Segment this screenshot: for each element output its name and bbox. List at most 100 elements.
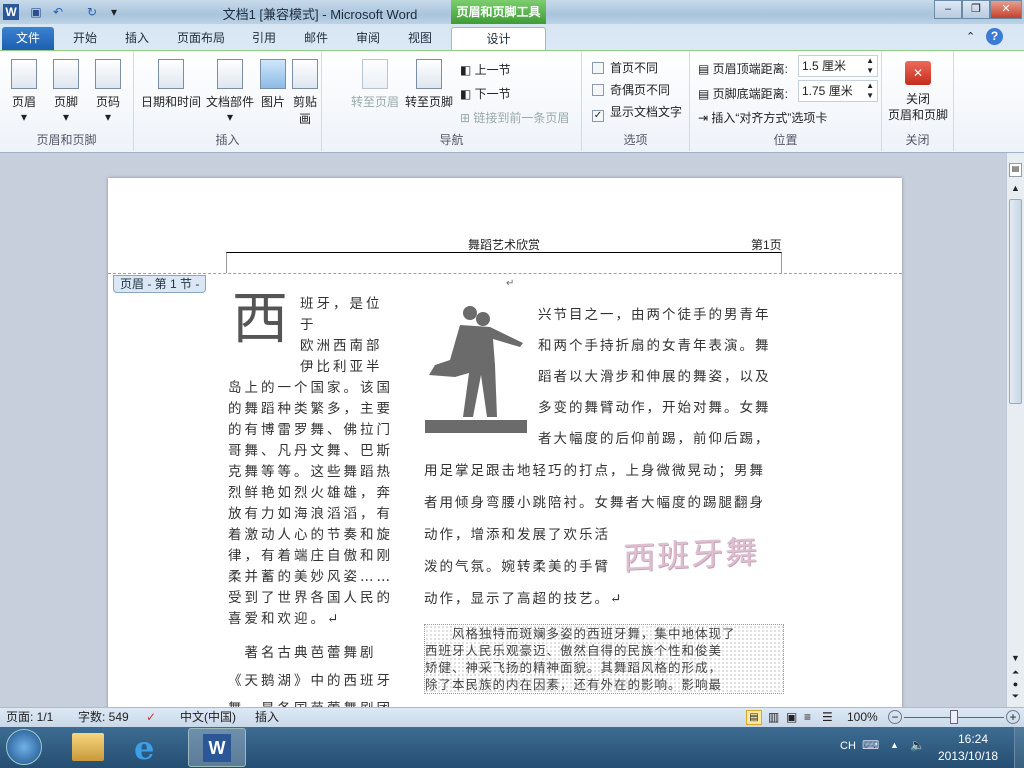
- paragraph-mark: ↵: [506, 278, 515, 289]
- quick-parts-button[interactable]: 文档部件 ▾: [204, 59, 256, 124]
- show-desktop-button[interactable]: [1014, 727, 1024, 768]
- tab-references[interactable]: 引用: [244, 27, 284, 50]
- file-explorer-icon[interactable]: [72, 733, 104, 761]
- vertical-scrollbar[interactable]: ▤ ▲ ▼ ⏶ ● ⏷: [1006, 153, 1024, 707]
- document-area[interactable]: 舞蹈艺术欣赏 第1页 页眉 - 第 1 节 - ↵ 西 班牙，是位于 欧洲西南部…: [0, 153, 1006, 707]
- previous-page-icon[interactable]: ⏶: [1007, 667, 1024, 678]
- header-top-distance-input[interactable]: 1.5 厘米 ▲ ▼: [798, 55, 878, 77]
- word-taskbar-button[interactable]: W: [188, 728, 246, 767]
- calendar-clock-icon: [158, 59, 184, 89]
- show-document-text-checkbox[interactable]: ✓ 显示文档文字: [592, 103, 682, 122]
- footer-button[interactable]: 页脚 ▾: [50, 59, 82, 124]
- tab-mailings[interactable]: 邮件: [296, 27, 336, 50]
- zoom-slider-thumb[interactable]: [950, 710, 958, 724]
- text-line: 的舞蹈种类繁多，主要: [228, 401, 393, 417]
- input-language[interactable]: CH: [840, 740, 856, 752]
- next-section-button[interactable]: ◧ 下一节: [460, 85, 511, 102]
- left-column[interactable]: 班牙，是位于 欧洲西南部 伊比利亚半 岛上的一个国家。该国 的舞蹈种类繁多，主要…: [228, 294, 398, 707]
- previous-section-button[interactable]: ◧ 上一节: [460, 61, 511, 78]
- text-line: 柔并蓄的美妙风姿……: [228, 569, 393, 585]
- header-top-value: 1.5 厘米: [802, 59, 847, 73]
- tab-review[interactable]: 审阅: [348, 27, 388, 50]
- scroll-up-arrow-icon[interactable]: ▲: [1007, 183, 1024, 199]
- goto-header-button[interactable]: 转至页眉: [350, 59, 400, 110]
- picture-button[interactable]: 图片: [258, 59, 288, 110]
- header-section-tag: 页眉 - 第 1 节 -: [113, 275, 207, 293]
- right-column-wrapped[interactable]: 兴节目之一，由两个徒手的男青年 和两个手持折扇的女青年表演。舞 蹈者以大滑步和伸…: [538, 300, 788, 455]
- zoom-out-button[interactable]: −: [888, 710, 902, 724]
- outline-view-icon[interactable]: ≡: [804, 708, 811, 727]
- goto-footer-button[interactable]: 转至页脚: [402, 59, 456, 110]
- group-label: 关闭: [905, 133, 930, 147]
- web-layout-view-icon[interactable]: ▣: [786, 708, 797, 727]
- picture-icon: [260, 59, 286, 89]
- page-count[interactable]: 页面: 1/1: [6, 708, 53, 727]
- insert-alignment-tab-button[interactable]: ⇥ 插入“对齐方式”选项卡: [698, 109, 827, 126]
- group-header-footer: 页眉 ▾ 页脚 ▾ 页码 ▾ 页眉和页脚: [0, 51, 134, 151]
- start-button[interactable]: [6, 729, 42, 765]
- spinner-arrows-icon[interactable]: ▲ ▼: [866, 56, 874, 76]
- tab-home[interactable]: 开始: [62, 27, 108, 50]
- full-screen-view-icon[interactable]: ▥: [768, 708, 779, 727]
- language[interactable]: 中文(中国): [180, 708, 236, 727]
- restore-button[interactable]: ❐: [962, 0, 990, 19]
- word-count[interactable]: 字数: 549: [78, 708, 129, 727]
- text-line: 喜爱和欢迎。↵: [228, 611, 342, 627]
- group-options: 首页不同 奇偶页不同 ✓ 显示文档文字 选项: [582, 51, 690, 151]
- tab-insert[interactable]: 插入: [114, 27, 160, 50]
- header-button[interactable]: 页眉 ▾: [8, 59, 40, 124]
- page-number-icon: [95, 59, 121, 89]
- insert-mode[interactable]: 插入: [255, 708, 279, 727]
- header-title[interactable]: 舞蹈艺术欣赏: [468, 236, 540, 253]
- header-top-distance-label: ▤ 页眉顶端距离:: [698, 60, 788, 77]
- tab-file[interactable]: 文件: [2, 27, 54, 50]
- tab-page-layout[interactable]: 页面布局: [166, 27, 236, 50]
- ruler-toggle-icon[interactable]: ▤: [1009, 163, 1022, 177]
- text-line: 蹈者以大滑步和伸展的舞姿，以及: [538, 369, 771, 385]
- text-line: 动作，显示了高超的技艺。↵: [424, 591, 624, 607]
- page-number-button[interactable]: 页码 ▾: [92, 59, 124, 124]
- dancer-head: [476, 312, 490, 326]
- tab-design[interactable]: 设计: [451, 27, 546, 50]
- insert-alignment-tab-label: 插入“对齐方式”选项卡: [711, 111, 828, 125]
- minimize-ribbon-icon[interactable]: ⌃: [966, 30, 975, 43]
- page[interactable]: 舞蹈艺术欣赏 第1页 页眉 - 第 1 节 - ↵ 西 班牙，是位于 欧洲西南部…: [108, 178, 902, 707]
- proofing-icon[interactable]: ✓: [146, 708, 156, 727]
- show-hidden-icons-icon[interactable]: ▲: [890, 740, 899, 750]
- shaded-paragraph[interactable]: 风格独特而斑斓多姿的西班牙舞，集中地体现了 西班牙人民乐观豪迈、傲然自得的民族个…: [424, 624, 784, 694]
- date-time-button[interactable]: 日期和时间: [140, 59, 202, 110]
- zoom-level[interactable]: 100%: [847, 708, 878, 727]
- browse-object-icon[interactable]: ●: [1007, 679, 1024, 689]
- clock-time[interactable]: 16:24: [958, 732, 988, 746]
- close-header-footer-label: 关闭 页眉和页脚: [887, 92, 948, 122]
- dancers-silhouette-image[interactable]: [425, 305, 527, 433]
- different-odd-even-checkbox[interactable]: 奇偶页不同: [592, 81, 670, 98]
- print-layout-view-icon[interactable]: ▤: [746, 710, 762, 725]
- next-page-icon[interactable]: ⏷: [1007, 691, 1024, 702]
- header-separator: [108, 273, 902, 274]
- zoom-in-button[interactable]: +: [1006, 710, 1020, 724]
- link-to-previous-button[interactable]: ⊞ 链接到前一条页眉: [460, 109, 569, 126]
- text-line: 和两个手持折扇的女青年表演。舞: [538, 338, 771, 354]
- volume-icon[interactable]: 🔈: [910, 738, 925, 752]
- close-x-icon: ✕: [905, 61, 931, 85]
- footer-bottom-distance-input[interactable]: 1.75 厘米 ▲ ▼: [798, 80, 878, 102]
- clock-date[interactable]: 2013/10/18: [938, 749, 998, 763]
- close-button[interactable]: ✕: [990, 0, 1022, 19]
- text-line: 岛上的一个国家。该国: [228, 380, 393, 396]
- spinner-arrows-icon[interactable]: ▲ ▼: [866, 81, 874, 101]
- wordart-title[interactable]: 西班牙舞: [623, 526, 759, 579]
- keyboard-icon[interactable]: ⌨: [862, 738, 879, 752]
- minimize-button[interactable]: –: [934, 0, 962, 19]
- tab-view[interactable]: 视图: [400, 27, 440, 50]
- clip-art-button[interactable]: 剪贴画: [288, 59, 322, 127]
- footer-position-icon: ▤: [698, 87, 713, 101]
- help-icon[interactable]: ?: [986, 28, 1003, 45]
- close-header-footer-button[interactable]: ✕ 关闭 页眉和页脚: [884, 61, 952, 123]
- scroll-down-arrow-icon[interactable]: ▼: [1007, 653, 1024, 663]
- draft-view-icon[interactable]: ☰: [822, 708, 833, 727]
- different-first-page-checkbox[interactable]: 首页不同: [592, 59, 658, 76]
- scrollbar-thumb[interactable]: [1009, 199, 1022, 404]
- header-page-number[interactable]: 第1页: [751, 236, 782, 253]
- internet-explorer-icon[interactable]: e: [134, 729, 154, 767]
